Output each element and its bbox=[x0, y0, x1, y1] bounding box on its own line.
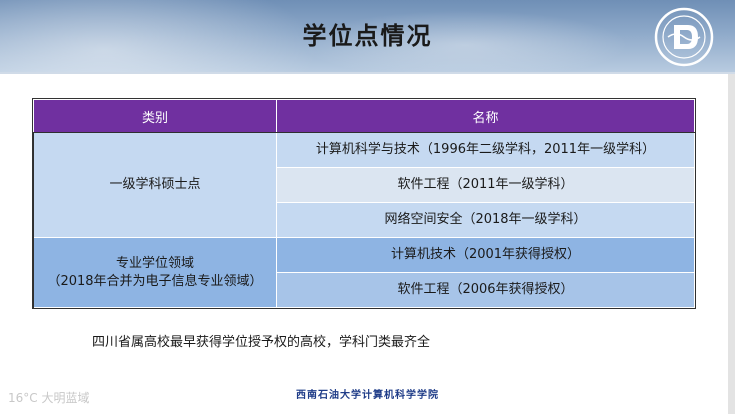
table-row: 一级学科硕士点 计算机科学与技术（1996年二级学科，2011年一级学科） bbox=[33, 132, 695, 238]
name-cell: 计算机科学与技术（1996年二级学科，2011年一级学科） bbox=[276, 132, 695, 168]
category-label: 专业学位领域 bbox=[115, 255, 194, 271]
category-label: 一级学科硕士点 bbox=[109, 177, 201, 192]
column-header-category: 类别 bbox=[33, 99, 277, 133]
footer-school-name: 西南石油大学计算机科学学院 bbox=[296, 390, 439, 401]
summary-note: 四川省属高校最早获得学位授予权的高校，学科门类最齐全 bbox=[92, 335, 431, 350]
university-logo-icon bbox=[654, 7, 714, 67]
slide-header: 学位点情况 bbox=[0, 0, 735, 72]
header-divider bbox=[0, 72, 735, 74]
table-row: 专业学位领域 （2018年合并为电子信息专业领域） 计算机技术（2001年获得授… bbox=[33, 237, 695, 308]
name-cell: 软件工程（2006年获得授权） bbox=[276, 272, 695, 308]
name-cell: 软件工程（2011年一级学科） bbox=[276, 167, 695, 203]
table-header-row: 类别 名称 bbox=[33, 99, 695, 133]
name-cell: 网络空间安全（2018年一级学科） bbox=[276, 202, 695, 238]
page-title: 学位点情况 bbox=[302, 22, 433, 50]
category-sublabel: （2018年合并为电子信息专业领域） bbox=[47, 273, 263, 289]
category-cell: 专业学位领域 （2018年合并为电子信息专业领域） bbox=[33, 237, 277, 308]
degree-table: 类别 名称 一级学科硕士点 计算机科学与技术（1996年二级学科，2011年一级… bbox=[32, 99, 696, 309]
slide-edge bbox=[728, 74, 735, 414]
category-cell: 一级学科硕士点 bbox=[33, 132, 277, 238]
name-cell: 计算机技术（2001年获得授权） bbox=[276, 237, 695, 273]
column-header-name: 名称 bbox=[276, 99, 695, 133]
